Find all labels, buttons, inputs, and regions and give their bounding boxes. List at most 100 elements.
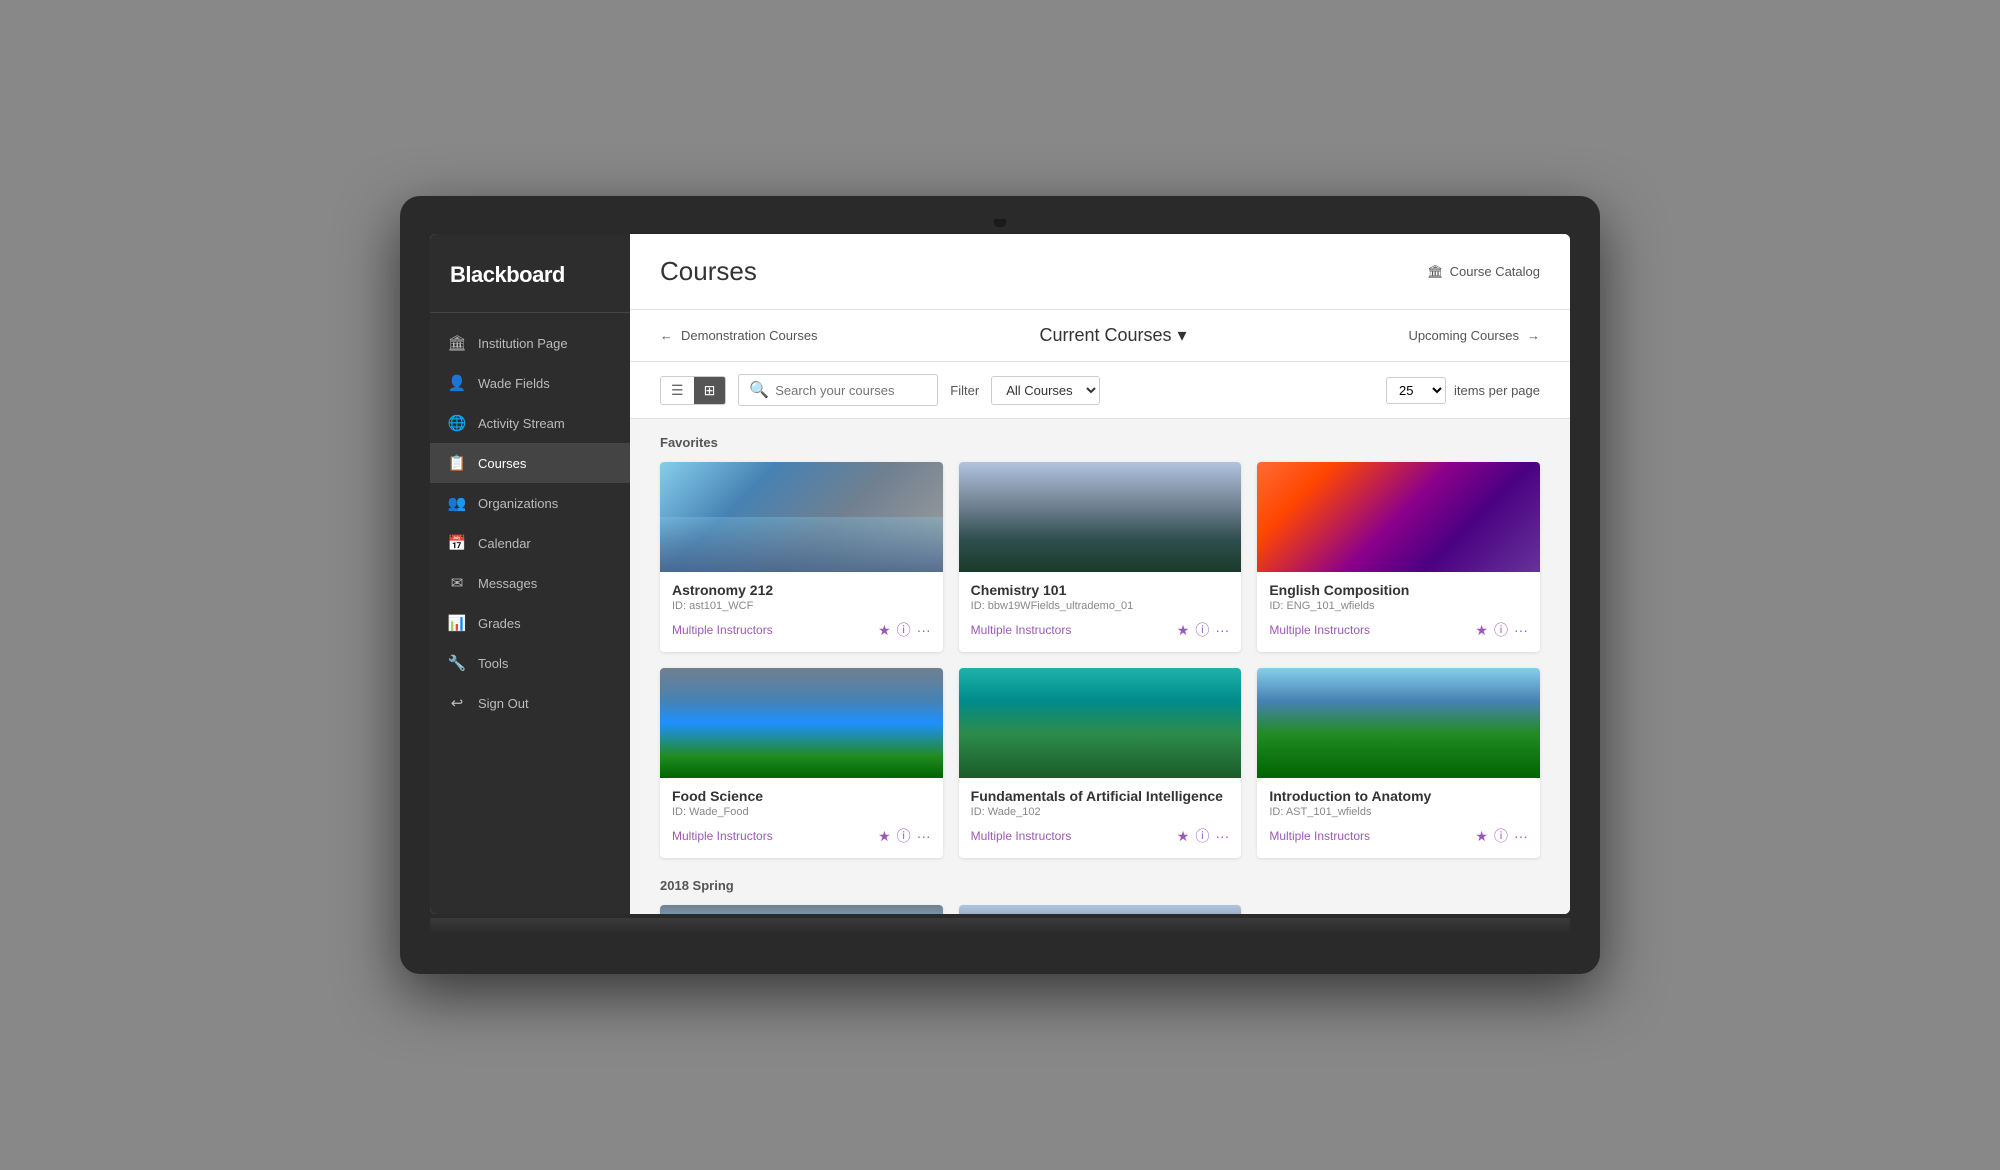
next-arrow-icon [1527,328,1540,343]
course-image [959,462,1242,572]
course-image [1257,462,1540,572]
sidebar-item-organizations[interactable]: 👥 Organizations [430,483,630,523]
course-name: Introduction to Anatomy [1269,788,1528,804]
nav-icon-courses: 📋 [448,454,466,472]
top-header: Courses 🏛 Course Catalog [630,234,1570,310]
course-id: ID: ENG_101_wfields [1269,600,1528,612]
sidebar-item-grades[interactable]: 📊 Grades [430,603,630,643]
more-icon[interactable]: ··· [1215,828,1229,844]
grid-view-button[interactable]: ⊞ [694,377,726,404]
items-per-page-select[interactable]: 25 50 100 [1386,377,1446,404]
nav-label-courses: Courses [478,456,526,471]
course-actions: ★ ⓘ ··· [878,826,931,846]
instructors-link[interactable]: Multiple Instructors [672,829,773,843]
course-actions: ★ ⓘ ··· [878,620,931,640]
info-icon[interactable]: ⓘ [1195,826,1209,846]
nav-label-organizations: Organizations [478,496,558,511]
instructors-link[interactable]: Multiple Instructors [1269,623,1370,637]
nav-label-calendar: Calendar [478,536,531,551]
favorite-icon[interactable]: ★ [1475,622,1488,639]
course-info: Fundamentals of Artificial Intelligence … [959,778,1242,858]
course-card[interactable]: Introduction to Anatomy ID: AST_101_wfie… [1257,668,1540,858]
info-icon[interactable]: ⓘ [1195,620,1209,640]
instructors-link[interactable]: Multiple Instructors [971,623,1072,637]
instructors-link[interactable]: Multiple Instructors [1269,829,1370,843]
course-info: English Composition ID: ENG_101_wfields … [1257,572,1540,652]
view-toggle: ☰ ⊞ [660,376,726,405]
nav-label-messages: Messages [478,576,537,591]
course-card[interactable]: Food Science ID: Wade_Food Multiple Inst… [660,668,943,858]
list-view-button[interactable]: ☰ [661,377,694,404]
course-footer: Multiple Instructors ★ ⓘ ··· [672,826,931,846]
more-icon[interactable]: ··· [1215,622,1229,638]
course-actions: ★ ⓘ ··· [1475,620,1528,640]
sidebar-item-courses[interactable]: 📋 Courses [430,443,630,483]
sidebar-item-calendar[interactable]: 📅 Calendar [430,523,630,563]
sidebar-item-tools[interactable]: 🔧 Tools [430,643,630,683]
nav-label-grades: Grades [478,616,521,631]
nav-label-profile: Wade Fields [478,376,550,391]
course-card[interactable] [660,905,943,914]
favorite-icon[interactable]: ★ [1177,828,1190,845]
course-id: ID: bbw19WFields_ultrademo_01 [971,600,1230,612]
current-nav-label: Current Courses [1039,325,1171,346]
instructors-link[interactable]: Multiple Instructors [672,623,773,637]
favorite-icon[interactable]: ★ [1177,622,1190,639]
course-card[interactable]: English Composition ID: ENG_101_wfields … [1257,462,1540,652]
sidebar-item-activity[interactable]: 🌐 Activity Stream [430,403,630,443]
catalog-icon: 🏛 [1427,264,1444,280]
current-nav[interactable]: Current Courses [1039,325,1186,346]
sidebar-item-profile[interactable]: 👤 Wade Fields [430,363,630,403]
more-icon[interactable]: ··· [917,828,931,844]
course-info: Introduction to Anatomy ID: AST_101_wfie… [1257,778,1540,858]
info-icon[interactable]: ⓘ [897,826,911,846]
next-nav-label: Upcoming Courses [1408,328,1519,343]
sidebar-item-signout[interactable]: ↩ Sign Out [430,683,630,723]
course-nav-bar: Demonstration Courses Current Courses Up… [630,310,1570,362]
course-footer: Multiple Instructors ★ ⓘ ··· [971,826,1230,846]
prev-nav[interactable]: Demonstration Courses [660,328,818,343]
favorite-icon[interactable]: ★ [878,828,891,845]
course-name: Fundamentals of Artificial Intelligence [971,788,1230,804]
favorite-icon[interactable]: ★ [878,622,891,639]
more-icon[interactable]: ··· [1514,828,1528,844]
items-per-page: 25 50 100 items per page [1386,377,1540,404]
favorite-icon[interactable]: ★ [1475,828,1488,845]
instructors-link[interactable]: Multiple Instructors [971,829,1072,843]
nav-icon-institution: 🏛 [448,334,466,352]
course-card[interactable]: Chemistry 101 ID: bbw19WFields_ultrademo… [959,462,1242,652]
search-input[interactable] [775,383,927,398]
course-id: ID: Wade_Food [672,806,931,818]
more-icon[interactable]: ··· [1514,622,1528,638]
sidebar-item-messages[interactable]: ✉ Messages [430,563,630,603]
nav-icon-signout: ↩ [448,694,466,712]
course-image [959,668,1242,778]
course-info: Astronomy 212 ID: ast101_WCF Multiple In… [660,572,943,652]
info-icon[interactable]: ⓘ [897,620,911,640]
course-catalog-label: Course Catalog [1450,264,1540,279]
filter-label: Filter [950,383,979,398]
courses-area: Favorites Astronomy 212 ID: ast101_WCF M… [630,419,1570,914]
course-info: Food Science ID: Wade_Food Multiple Inst… [660,778,943,858]
course-actions: ★ ⓘ ··· [1177,826,1230,846]
sidebar-item-institution[interactable]: 🏛 Institution Page [430,323,630,363]
course-actions: ★ ⓘ ··· [1475,826,1528,846]
filter-select[interactable]: All Courses [991,376,1100,405]
course-card[interactable]: Fundamentals of Artificial Intelligence … [959,668,1242,858]
nav-icon-activity: 🌐 [448,414,466,432]
course-info: Chemistry 101 ID: bbw19WFields_ultrademo… [959,572,1242,652]
more-icon[interactable]: ··· [917,622,931,638]
section-favorites: Favorites Astronomy 212 ID: ast101_WCF M… [660,435,1540,858]
course-catalog-link[interactable]: 🏛 Course Catalog [1427,264,1540,280]
course-name: Chemistry 101 [971,582,1230,598]
nav-icon-organizations: 👥 [448,494,466,512]
course-id: ID: ast101_WCF [672,600,931,612]
course-card[interactable]: Astronomy 212 ID: ast101_WCF Multiple In… [660,462,943,652]
next-nav[interactable]: Upcoming Courses [1408,328,1540,343]
course-card[interactable] [959,905,1242,914]
info-icon[interactable]: ⓘ [1494,826,1508,846]
course-image [1257,668,1540,778]
nav-icon-calendar: 📅 [448,534,466,552]
info-icon[interactable]: ⓘ [1494,620,1508,640]
course-image [959,905,1242,914]
